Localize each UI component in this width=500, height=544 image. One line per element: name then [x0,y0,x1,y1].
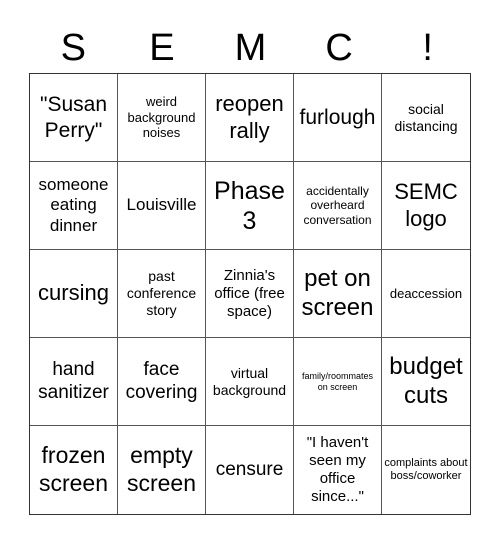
bingo-cell[interactable]: accidentally overheard conversation [294,162,382,250]
bingo-cell[interactable]: empty screen [118,426,206,514]
bingo-cell[interactable]: Zinnia's office (free space) [206,250,294,338]
bingo-cell[interactable]: "I haven't seen my office since..." [294,426,382,514]
bingo-cell[interactable]: Louisville [118,162,206,250]
bingo-cell[interactable]: someone eating dinner [30,162,118,250]
bingo-cell[interactable]: SEMC logo [382,162,470,250]
bingo-cell[interactable]: Phase 3 [206,162,294,250]
bingo-cell[interactable]: cursing [30,250,118,338]
bingo-cell[interactable]: weird background noises [118,74,206,162]
bingo-cell[interactable]: censure [206,426,294,514]
bingo-cell[interactable]: reopen rally [206,74,294,162]
bingo-cell[interactable]: social distancing [382,74,470,162]
bingo-cell[interactable]: virtual background [206,338,294,426]
bingo-cell[interactable]: deaccession [382,250,470,338]
bingo-cell[interactable]: "Susan Perry" [30,74,118,162]
bingo-cell[interactable]: family/roommates on screen [294,338,382,426]
header-letter: ! [422,27,433,69]
bingo-cell[interactable]: hand sanitizer [30,338,118,426]
bingo-cell[interactable]: frozen screen [30,426,118,514]
header-letter: C [325,27,353,69]
header-letter: E [149,27,175,69]
header-letter: M [234,27,267,69]
bingo-cell[interactable]: face covering [118,338,206,426]
header-letter: S [60,27,86,69]
bingo-grid: "Susan Perry" weird background noises reop… [29,73,471,515]
bingo-header: S E M C ! [29,22,472,72]
bingo-cell[interactable]: budget cuts [382,338,470,426]
bingo-cell[interactable]: complaints about boss/coworker [382,426,470,514]
bingo-cell[interactable]: past conference story [118,250,206,338]
bingo-cell[interactable]: pet on screen [294,250,382,338]
bingo-cell[interactable]: furlough [294,74,382,162]
